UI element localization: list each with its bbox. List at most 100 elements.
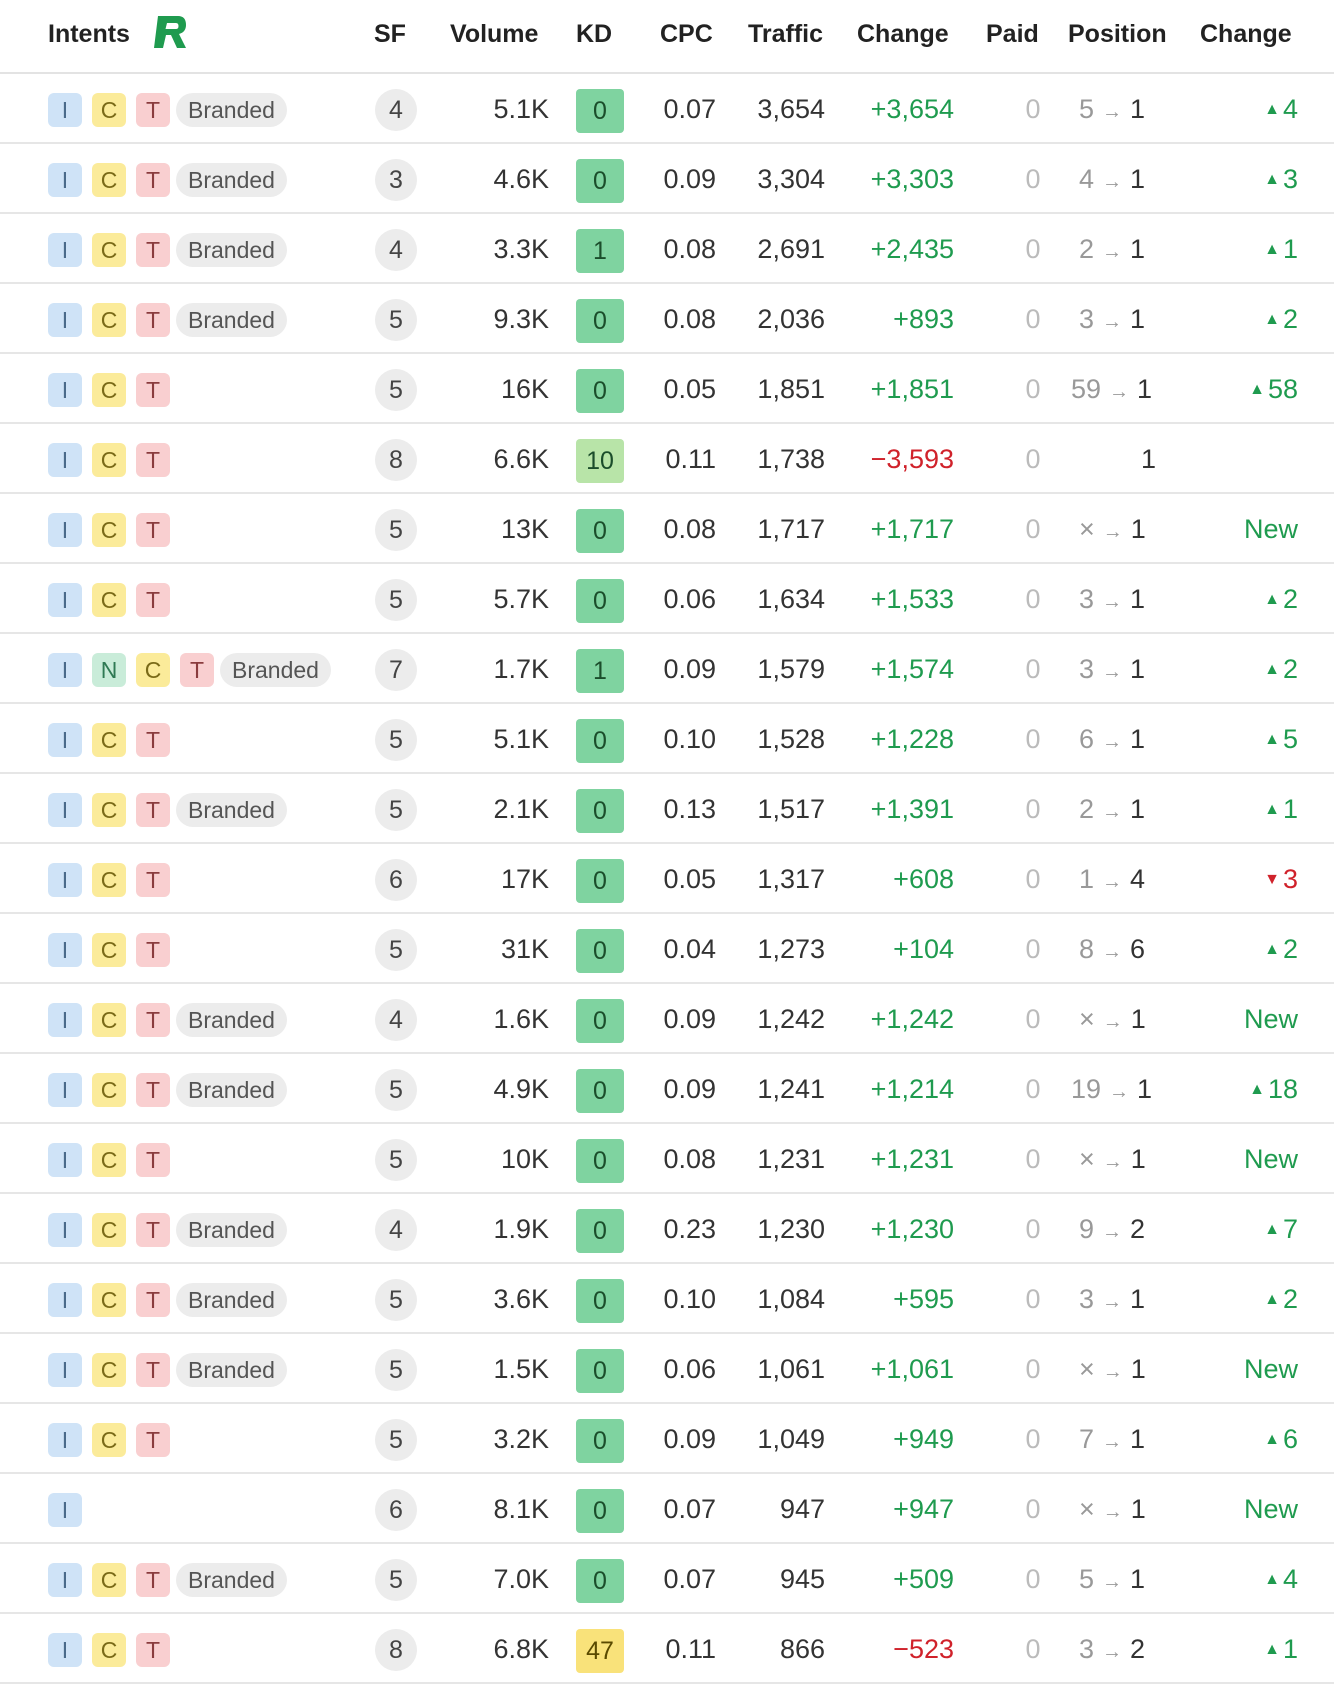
- table-row[interactable]: I C T 8 6.6K 10 0.11 1,738 −3,593 0 1: [0, 424, 1334, 494]
- serp-features-count[interactable]: 5: [375, 1139, 417, 1181]
- table-row[interactable]: I C T 5 13K 0 0.08 1,717 +1,717 0 × → 1 New: [0, 494, 1334, 564]
- table-row[interactable]: I C T 5 3.2K 0 0.09 1,049 +949 0 7 → 1 ▲ 6: [0, 1404, 1334, 1474]
- serp-features-count[interactable]: 5: [375, 369, 417, 411]
- triangle-up-icon: ▲: [1249, 1081, 1265, 1098]
- intent-badge-c: C: [92, 1003, 126, 1037]
- serp-features-count[interactable]: 4: [375, 999, 417, 1041]
- position-change: ▲ 4: [1264, 1564, 1298, 1595]
- header-kd[interactable]: KD: [576, 20, 612, 49]
- traffic-value: 866: [779, 1634, 825, 1664]
- position-change: ▲ 1: [1264, 1634, 1298, 1665]
- table-row[interactable]: I C T Branded 5 1.5K 0 0.06 1,061 +1,061 0 × → 1 New: [0, 1334, 1334, 1404]
- serp-features-count[interactable]: 8: [375, 439, 417, 481]
- volume-value: 17K: [500, 864, 549, 894]
- table-header: Intents SF Volume KD CPC Traffic Change …: [0, 0, 1334, 74]
- position-change-value: 2: [1282, 654, 1298, 684]
- paid-value: 0: [1025, 1634, 1041, 1664]
- table-row[interactable]: I C T Branded 3 4.6K 0 0.09 3,304 +3,303 0 4 → 1 ▲ 3: [0, 144, 1334, 214]
- serp-features-count[interactable]: 5: [375, 1559, 417, 1601]
- table-row[interactable]: I C T Branded 5 4.9K 0 0.09 1,241 +1,214 0 19 → 1 ▲ 18: [0, 1054, 1334, 1124]
- traffic-value: 1,231: [757, 1144, 825, 1174]
- serp-features-count[interactable]: 7: [375, 649, 417, 691]
- intent-badge-i: I: [48, 1283, 82, 1317]
- table-row[interactable]: I 6 8.1K 0 0.07 947 +947 0 × → 1 New: [0, 1474, 1334, 1544]
- table-row[interactable]: I C T Branded 5 3.6K 0 0.10 1,084 +595 0 3 → 1 ▲ 2: [0, 1264, 1334, 1334]
- intent-badge-i: I: [48, 93, 82, 127]
- table-row[interactable]: I C T Branded 4 5.1K 0 0.07 3,654 +3,654 0 5 → 1 ▲ 4: [0, 74, 1334, 144]
- position-from: 4: [1079, 164, 1095, 194]
- header-change[interactable]: Change: [857, 20, 949, 49]
- position-change: ▲ 6: [1264, 1424, 1298, 1455]
- header-traffic[interactable]: Traffic: [748, 20, 823, 49]
- position-change-value: 7: [1282, 1214, 1298, 1244]
- table-row[interactable]: I C T Branded 5 9.3K 0 0.08 2,036 +893 0 3 → 1 ▲ 2: [0, 284, 1334, 354]
- triangle-up-icon: ▲: [1264, 1641, 1280, 1658]
- serp-features-count[interactable]: 6: [375, 1489, 417, 1531]
- table-row[interactable]: I C T 5 16K 0 0.05 1,851 +1,851 0 59 → 1 ▲ 58: [0, 354, 1334, 424]
- serp-features-count[interactable]: 5: [375, 929, 417, 971]
- header-cpc[interactable]: CPC: [660, 20, 713, 49]
- table-row[interactable]: I C T 5 10K 0 0.08 1,231 +1,231 0 × → 1 New: [0, 1124, 1334, 1194]
- table-row[interactable]: I C T Branded 4 1.9K 0 0.23 1,230 +1,230 0 9 → 2 ▲ 7: [0, 1194, 1334, 1264]
- kd-badge: 0: [576, 1419, 624, 1463]
- serp-features-count[interactable]: 5: [375, 299, 417, 341]
- intent-badge-i: I: [48, 863, 82, 897]
- table-row[interactable]: I C T 5 5.1K 0 0.10 1,528 +1,228 0 6 → 1 ▲ 5: [0, 704, 1334, 774]
- position-change: ▼ 3: [1264, 864, 1298, 895]
- volume-value: 1.9K: [493, 1214, 549, 1244]
- paid-value: 0: [1025, 1144, 1041, 1174]
- kd-badge: 10: [576, 439, 624, 483]
- traffic-change-value: +1,574: [870, 654, 954, 684]
- table-row[interactable]: I C T 6 17K 0 0.05 1,317 +608 0 1 → 4 ▼ 3: [0, 844, 1334, 914]
- serp-features-count[interactable]: 4: [375, 89, 417, 131]
- serp-features-count[interactable]: 5: [375, 1069, 417, 1111]
- intent-badge-i: I: [48, 1633, 82, 1667]
- table-row[interactable]: I C T Branded 5 7.0K 0 0.07 945 +509 0 5 → 1 ▲ 4: [0, 1544, 1334, 1614]
- intent-badge-c: C: [92, 443, 126, 477]
- header-sf[interactable]: SF: [374, 20, 406, 49]
- paid-value: 0: [1025, 794, 1041, 824]
- table-row[interactable]: I C T 8 6.8K 47 0.11 866 −523 0 3 → 2 ▲ 1: [0, 1614, 1334, 1684]
- header-position[interactable]: Position: [1068, 20, 1167, 49]
- serp-features-count[interactable]: 5: [375, 1279, 417, 1321]
- r-logo-icon: [154, 16, 186, 48]
- table-row[interactable]: I C T Branded 4 1.6K 0 0.09 1,242 +1,242 0 × → 1 New: [0, 984, 1334, 1054]
- position-to: 1: [1130, 94, 1146, 124]
- table-row[interactable]: I C T 5 31K 0 0.04 1,273 +104 0 8 → 6 ▲ 2: [0, 914, 1334, 984]
- serp-features-count[interactable]: 4: [375, 1209, 417, 1251]
- triangle-up-icon: ▲: [1264, 941, 1280, 958]
- table-row[interactable]: I C T Branded 5 2.1K 0 0.13 1,517 +1,391 0 2 → 1 ▲ 1: [0, 774, 1334, 844]
- cpc-value: 0.09: [663, 1074, 716, 1104]
- serp-features-count[interactable]: 5: [375, 719, 417, 761]
- triangle-up-icon: ▲: [1264, 731, 1280, 748]
- intent-badge-t: T: [136, 93, 170, 127]
- serp-features-count[interactable]: 5: [375, 1419, 417, 1461]
- traffic-change-value: +1,242: [870, 1004, 954, 1034]
- position-to: 2: [1130, 1214, 1146, 1244]
- serp-features-count[interactable]: 5: [375, 509, 417, 551]
- table-row[interactable]: I N C T Branded 7 1.7K 1 0.09 1,579 +1,574 0 3 → 1 ▲ 2: [0, 634, 1334, 704]
- table-row[interactable]: I C T Branded 4 3.3K 1 0.08 2,691 +2,435 0 2 → 1 ▲ 1: [0, 214, 1334, 284]
- intent-badge-t: T: [136, 1563, 170, 1597]
- serp-features-count[interactable]: 5: [375, 579, 417, 621]
- header-volume[interactable]: Volume: [450, 20, 538, 49]
- serp-features-count[interactable]: 6: [375, 859, 417, 901]
- serp-features-count[interactable]: 5: [375, 789, 417, 831]
- serp-features-count[interactable]: 4: [375, 229, 417, 271]
- header-paid[interactable]: Paid: [986, 20, 1039, 49]
- position-from: 3: [1079, 654, 1095, 684]
- kd-badge: 0: [576, 509, 624, 553]
- branded-tag: Branded: [176, 1003, 287, 1037]
- arrow-right-icon: →: [1102, 241, 1123, 263]
- serp-features-count[interactable]: 5: [375, 1349, 417, 1391]
- header-intents[interactable]: Intents: [48, 20, 130, 49]
- serp-features-count[interactable]: 8: [375, 1629, 417, 1671]
- traffic-value: 1,517: [757, 794, 825, 824]
- traffic-value: 1,084: [757, 1284, 825, 1314]
- intent-badge-i: I: [48, 653, 82, 687]
- header-position-change[interactable]: Change: [1200, 20, 1292, 49]
- table-row[interactable]: I C T 5 5.7K 0 0.06 1,634 +1,533 0 3 → 1 ▲ 2: [0, 564, 1334, 634]
- volume-value: 16K: [500, 374, 549, 404]
- serp-features-count[interactable]: 3: [375, 159, 417, 201]
- arrow-right-icon: →: [1102, 1361, 1123, 1383]
